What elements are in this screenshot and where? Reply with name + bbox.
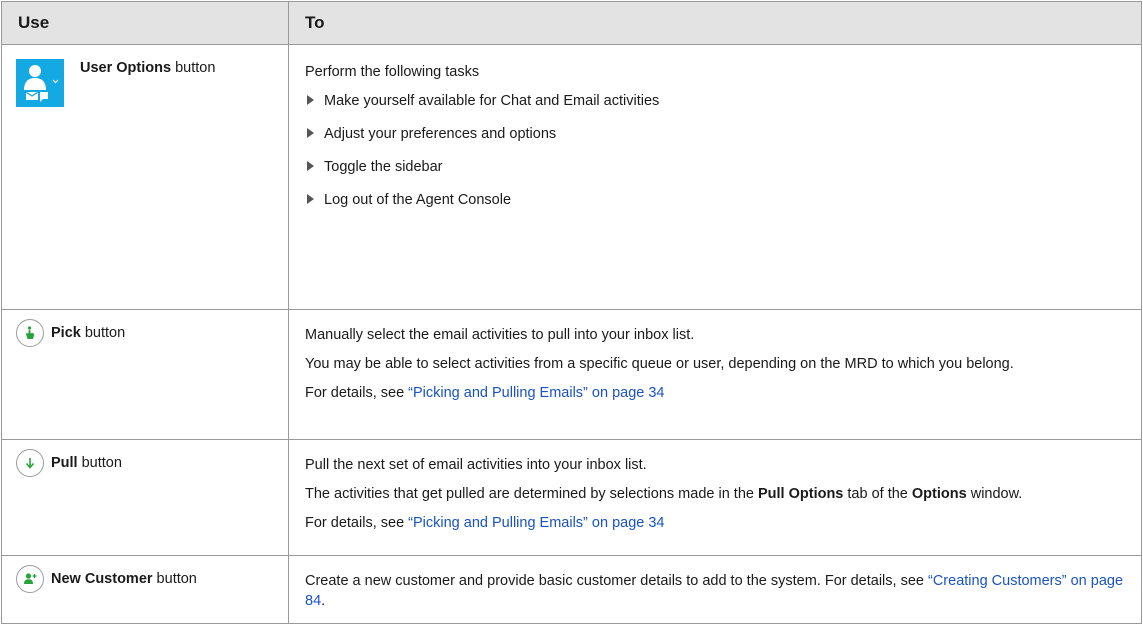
pull-arrow-down-icon <box>16 449 44 477</box>
list-item-text: Log out of the Agent Console <box>324 192 512 208</box>
triangle-bullet-icon <box>307 95 314 105</box>
description-line: Manually select the email activities to … <box>305 327 695 343</box>
header-to: To <box>288 1 1142 45</box>
button-suffix: button <box>171 60 216 76</box>
use-label: Pick button <box>51 323 125 343</box>
pick-button-name: Pick <box>51 325 81 341</box>
list-item-text: Toggle the sidebar <box>324 159 443 175</box>
list-item: Adjust your preferences and options <box>305 124 1141 144</box>
details-line: For details, see “Picking and Pulling Em… <box>305 513 1141 533</box>
text-part: Create a new customer and provide basic … <box>305 573 928 589</box>
button-suffix: button <box>152 571 197 587</box>
use-label: User Options button <box>80 59 215 77</box>
picking-pulling-link[interactable]: “Picking and Pulling Emails” on page 34 <box>408 515 664 531</box>
button-suffix: button <box>77 455 122 471</box>
description-line: Create a new customer and provide basic … <box>305 571 1141 611</box>
reference-table: Use To User Options button Perform the f… <box>1 1 1142 624</box>
text-part: . <box>321 593 326 609</box>
use-cell: New Customer button <box>1 555 289 624</box>
use-cell: User Options button <box>1 44 289 310</box>
user-options-button-name: User Options <box>80 60 172 76</box>
pick-hand-icon <box>16 319 44 347</box>
details-line: For details, see “Picking and Pulling Em… <box>305 383 1141 403</box>
text-part: The activities that get pulled are deter… <box>305 486 758 502</box>
triangle-bullet-icon <box>307 194 314 204</box>
table-row: Pick button Manually select the email ac… <box>1 309 1142 440</box>
table-row: New Customer button Create a new custome… <box>1 555 1142 624</box>
to-cell: Pull the next set of email activities in… <box>288 439 1142 556</box>
options-term: Options <box>911 486 967 502</box>
text-part: window. <box>966 486 1023 502</box>
table-header-row: Use To <box>1 1 1142 45</box>
list-item: Make yourself available for Chat and Ema… <box>305 91 1141 111</box>
details-prefix: For details, see <box>305 515 409 531</box>
triangle-bullet-icon <box>307 128 314 138</box>
to-cell: Perform the following tasks Make yoursel… <box>288 44 1142 310</box>
table-row: Pull button Pull the next set of email a… <box>1 439 1142 556</box>
description-intro: Perform the following tasks <box>305 64 480 80</box>
to-cell: Manually select the email activities to … <box>288 309 1142 440</box>
list-item: Toggle the sidebar <box>305 157 1141 177</box>
new-customer-button-name: New Customer <box>51 571 153 587</box>
task-list: Make yourself available for Chat and Ema… <box>305 91 1141 210</box>
use-label: New Customer button <box>51 569 197 589</box>
details-prefix: For details, see <box>305 385 409 401</box>
use-cell: Pull button <box>1 439 289 556</box>
user-options-icon <box>16 59 64 107</box>
to-cell: Create a new customer and provide basic … <box>288 555 1142 624</box>
description-line: The activities that get pulled are deter… <box>305 484 1141 504</box>
add-customer-icon <box>16 565 44 593</box>
description-line: Pull the next set of email activities in… <box>305 457 647 473</box>
pull-button-name: Pull <box>51 455 78 471</box>
pull-options-term: Pull Options <box>757 486 844 502</box>
text-part: tab of the <box>843 486 912 502</box>
button-suffix: button <box>80 325 126 341</box>
use-label: Pull button <box>51 453 122 473</box>
table-row: User Options button Perform the followin… <box>1 44 1142 310</box>
triangle-bullet-icon <box>307 161 314 171</box>
list-item-text: Adjust your preferences and options <box>324 126 557 142</box>
picking-pulling-link[interactable]: “Picking and Pulling Emails” on page 34 <box>408 385 664 401</box>
list-item: Log out of the Agent Console <box>305 190 1141 210</box>
description-line: You may be able to select activities fro… <box>305 356 1014 372</box>
list-item-text: Make yourself available for Chat and Ema… <box>324 93 660 109</box>
header-use: Use <box>1 1 289 45</box>
use-cell: Pick button <box>1 309 289 440</box>
